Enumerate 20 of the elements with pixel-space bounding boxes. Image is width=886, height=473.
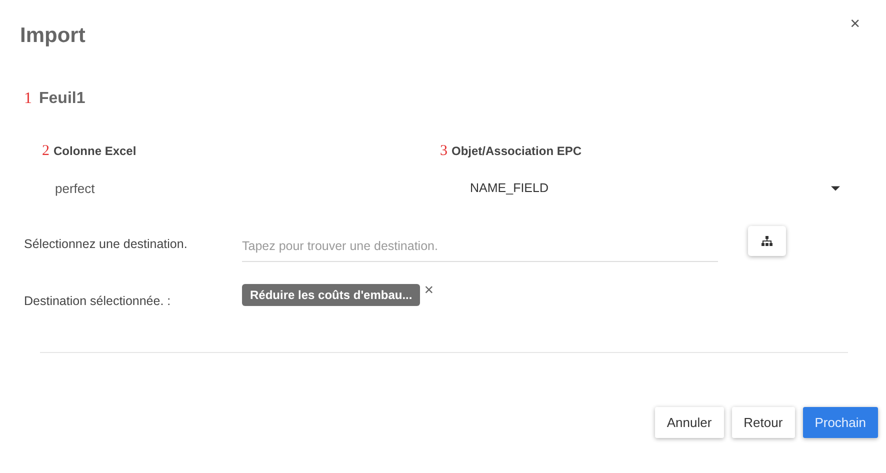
- step-number: 3: [440, 142, 448, 160]
- dialog-button[interactable]: Retour: [732, 407, 795, 438]
- hierarchy-button[interactable]: [748, 226, 786, 256]
- caret-icon: [831, 186, 840, 190]
- field-label: Sélectionnez une destination.: [24, 237, 188, 251]
- dialog-button[interactable]: Prochain: [802, 407, 878, 438]
- column-heading: Colonne Excel: [54, 144, 136, 158]
- column-heading: Objet/Association EPC: [452, 144, 582, 158]
- hierarchy-icon: [761, 236, 773, 246]
- sheet-name: Feuil1: [39, 90, 86, 108]
- close-button[interactable]: ×: [846, 14, 864, 34]
- object-select[interactable]: NAME_FIELD: [470, 181, 840, 195]
- excel-column-value: perfect: [55, 180, 96, 196]
- step-number: 1: [24, 90, 32, 108]
- dialog-title: Import: [20, 24, 86, 48]
- destination-chip: Réduire les coûts d'embau...: [242, 284, 420, 306]
- remove-button[interactable]: ×: [420, 283, 438, 299]
- step-number: 2: [42, 142, 50, 160]
- dialog-button[interactable]: Annuler: [654, 407, 724, 438]
- field-label: Destination sélectionnée. :: [24, 293, 172, 308]
